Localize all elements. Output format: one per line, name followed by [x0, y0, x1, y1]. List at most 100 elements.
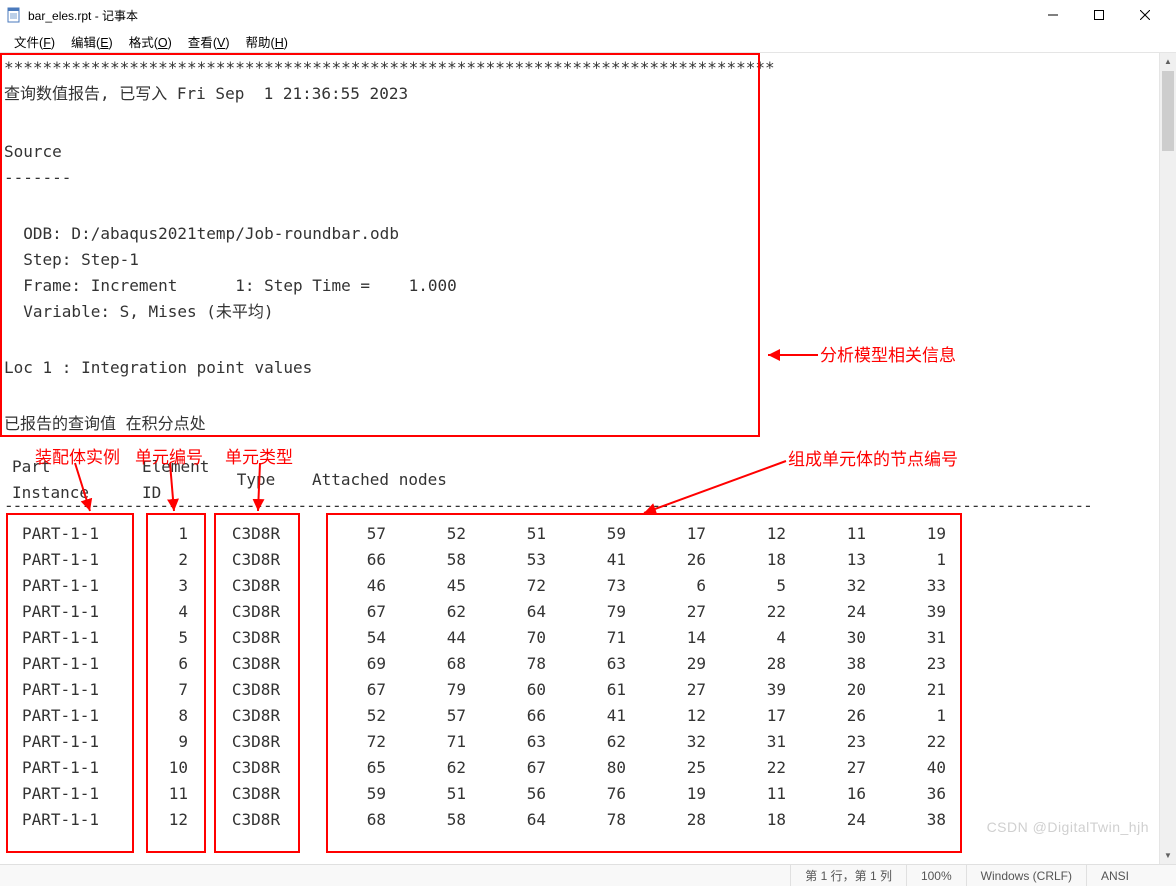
cell-part: PART-1-1	[4, 781, 136, 807]
cell-node: 52	[386, 521, 466, 547]
report-frame: Frame: Increment 1: Step Time = 1.000	[4, 273, 457, 299]
report-header: 查询数值报告, 已写入 Fri Sep 1 21:36:55 2023	[4, 81, 408, 107]
cell-node: 29	[626, 651, 706, 677]
cell-node: 39	[706, 677, 786, 703]
cell-node: 4	[706, 625, 786, 651]
report-odb: ODB: D:/abaqus2021temp/Job-roundbar.odb	[4, 221, 399, 247]
cell-part: PART-1-1	[4, 599, 136, 625]
cell-node: 65	[306, 755, 386, 781]
minimize-button[interactable]	[1030, 0, 1076, 30]
window-title: bar_eles.rpt - 记事本	[28, 7, 138, 24]
cell-node: 27	[626, 677, 706, 703]
cell-node: 30	[786, 625, 866, 651]
table-row: PART-1-18C3D8R525766411217261	[4, 703, 1159, 729]
table-row: PART-1-11C3D8R5752515917121119	[4, 521, 1159, 547]
report-source: Source	[4, 139, 62, 165]
status-lineend: Windows (CRLF)	[966, 865, 1086, 886]
cell-node: 28	[706, 651, 786, 677]
cell-node: 21	[866, 677, 946, 703]
table-row: PART-1-17C3D8R6779606127392021	[4, 677, 1159, 703]
cell-node: 23	[866, 651, 946, 677]
cell-node: 57	[306, 521, 386, 547]
cell-eid: 11	[136, 781, 206, 807]
cell-node: 72	[466, 573, 546, 599]
close-button[interactable]	[1122, 0, 1168, 30]
table-row: PART-1-112C3D8R6858647828182438	[4, 807, 1159, 833]
cell-part: PART-1-1	[4, 625, 136, 651]
cell-node: 14	[626, 625, 706, 651]
table-row: PART-1-12C3D8R665853412618131	[4, 547, 1159, 573]
cell-node: 68	[386, 651, 466, 677]
cell-node: 67	[466, 755, 546, 781]
cell-node: 41	[546, 547, 626, 573]
cell-node: 62	[386, 599, 466, 625]
cell-node: 11	[786, 521, 866, 547]
cell-type: C3D8R	[206, 573, 306, 599]
cell-node: 44	[386, 625, 466, 651]
status-position: 第 1 行，第 1 列	[790, 865, 906, 886]
cell-node: 71	[546, 625, 626, 651]
cell-part: PART-1-1	[4, 521, 136, 547]
cell-node: 67	[306, 599, 386, 625]
vertical-scrollbar[interactable]: ▲ ▼	[1159, 53, 1176, 864]
cell-node: 66	[466, 703, 546, 729]
menu-file[interactable]: 文件(F)	[6, 30, 63, 53]
menu-bar: 文件(F) 编辑(E) 格式(O) 查看(V) 帮助(H)	[0, 30, 1176, 52]
cell-node: 17	[626, 521, 706, 547]
cell-type: C3D8R	[206, 677, 306, 703]
menu-help[interactable]: 帮助(H)	[238, 30, 296, 53]
scroll-thumb[interactable]	[1162, 71, 1174, 151]
scroll-down-icon[interactable]: ▼	[1160, 847, 1176, 864]
table-dashes: ----------------------------------------…	[4, 493, 1092, 519]
cell-node: 38	[866, 807, 946, 833]
cell-type: C3D8R	[206, 599, 306, 625]
cell-node: 41	[546, 703, 626, 729]
menu-edit[interactable]: 编辑(E)	[63, 30, 121, 53]
cell-node: 32	[786, 573, 866, 599]
cell-part: PART-1-1	[4, 573, 136, 599]
cell-node: 22	[866, 729, 946, 755]
cell-node: 5	[706, 573, 786, 599]
text-editor[interactable]: ****************************************…	[0, 53, 1159, 864]
cell-node: 12	[706, 521, 786, 547]
cell-node: 22	[706, 599, 786, 625]
cell-node: 25	[626, 755, 706, 781]
cell-node: 12	[626, 703, 706, 729]
cell-node: 19	[626, 781, 706, 807]
maximize-button[interactable]	[1076, 0, 1122, 30]
cell-node: 80	[546, 755, 626, 781]
cell-node: 51	[466, 521, 546, 547]
cell-type: C3D8R	[206, 755, 306, 781]
cell-eid: 5	[136, 625, 206, 651]
cell-type: C3D8R	[206, 781, 306, 807]
cell-part: PART-1-1	[4, 677, 136, 703]
table-row: PART-1-15C3D8R544470711443031	[4, 625, 1159, 651]
cell-node: 38	[786, 651, 866, 677]
cell-node: 57	[386, 703, 466, 729]
cell-node: 18	[706, 547, 786, 573]
cell-node: 32	[626, 729, 706, 755]
cell-eid: 6	[136, 651, 206, 677]
cell-node: 31	[866, 625, 946, 651]
scroll-up-icon[interactable]: ▲	[1160, 53, 1176, 70]
cell-node: 26	[786, 703, 866, 729]
cell-node: 6	[626, 573, 706, 599]
cell-node: 1	[866, 703, 946, 729]
cell-node: 61	[546, 677, 626, 703]
menu-view[interactable]: 查看(V)	[180, 30, 238, 53]
cell-node: 39	[866, 599, 946, 625]
cell-node: 64	[466, 599, 546, 625]
cell-type: C3D8R	[206, 703, 306, 729]
report-stars: ****************************************…	[4, 55, 775, 81]
table-row: PART-1-16C3D8R6968786329283823	[4, 651, 1159, 677]
cell-node: 27	[786, 755, 866, 781]
cell-node: 31	[706, 729, 786, 755]
cell-eid: 12	[136, 807, 206, 833]
notepad-icon	[6, 7, 22, 23]
cell-node: 72	[306, 729, 386, 755]
cell-part: PART-1-1	[4, 807, 136, 833]
menu-format[interactable]: 格式(O)	[121, 30, 180, 53]
report-reported: 已报告的查询值 在积分点处	[4, 411, 206, 437]
cell-node: 66	[306, 547, 386, 573]
cell-node: 45	[386, 573, 466, 599]
